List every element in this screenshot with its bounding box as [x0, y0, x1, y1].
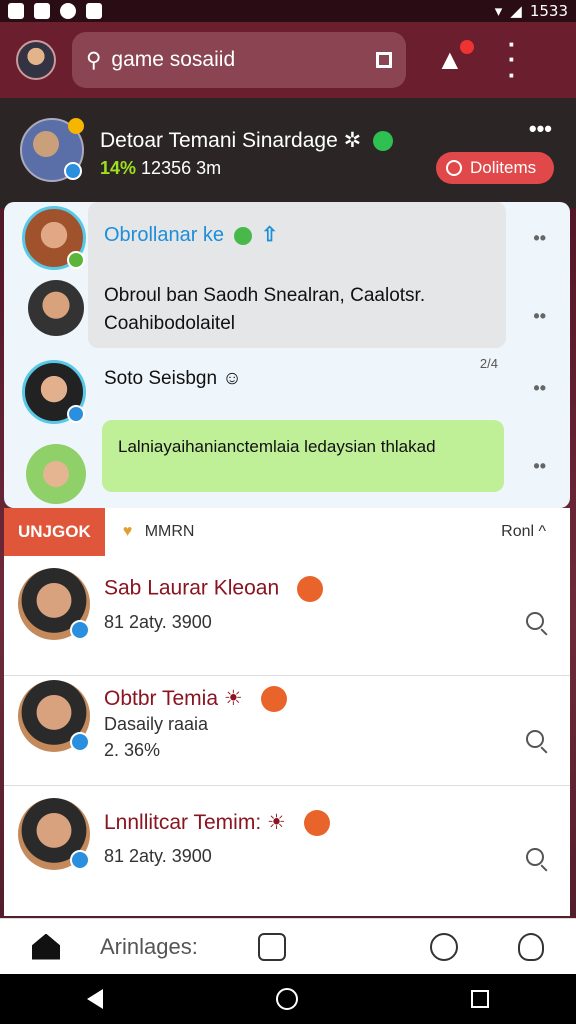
bottom-nav: Arinlages: — [0, 918, 576, 974]
nav-label[interactable]: Arinlages: — [100, 934, 198, 960]
search-icon: ⚲ — [86, 48, 102, 72]
app-bar: ⚲ game sosaiid ▲ · · · — [0, 22, 576, 98]
home-icon[interactable] — [32, 933, 60, 960]
stats-count: 12356 3m — [141, 158, 222, 178]
group-card[interactable]: Detoar Temani Sinardage ✲ 14% 12356 3m •… — [0, 98, 576, 208]
sort-button[interactable]: Ronl ^ — [501, 523, 546, 541]
arrow-up-icon: ⇧ — [261, 224, 278, 246]
message-time: 2/4 — [479, 356, 498, 371]
notification-icon — [60, 3, 76, 19]
sparkle-icon: ✲ — [343, 129, 362, 152]
crown-icon — [296, 576, 323, 602]
list-item[interactable]: Obtbr Temia ☀ Dasaily raaia 2. 36% — [4, 666, 570, 786]
chat-panel: Obrollanar ke ⇧ •• Obroul ban Saodh Snea… — [4, 202, 570, 508]
verified-icon — [373, 131, 394, 152]
home-circle-icon[interactable] — [275, 988, 298, 1010]
more-icon[interactable]: •• — [533, 228, 546, 249]
group-avatar — [20, 118, 84, 182]
list-item[interactable]: Lnnllitcar Temim: ☀ 81 2aty. 3900 — [4, 786, 570, 906]
status-time: 1533 — [529, 2, 568, 20]
contact-avatar[interactable] — [28, 280, 84, 336]
search-bar[interactable]: ⚲ game sosaiid — [72, 32, 406, 88]
contact-sub: 81 2aty. 3900 — [104, 612, 212, 632]
contact-name: Obtbr Temia ☀ — [104, 686, 287, 713]
status-bar: ▾ ◢ 1533 — [0, 0, 576, 22]
search-input[interactable]: game sosaiid — [111, 48, 235, 72]
online-badge — [67, 251, 85, 269]
badge-icon — [68, 118, 84, 134]
contact-sub: 81 2aty. 3900 — [104, 846, 212, 866]
contact-avatar — [18, 680, 90, 752]
status-icons — [8, 3, 102, 19]
online-badge — [70, 732, 90, 752]
system-nav-bar — [0, 974, 576, 1024]
search-icon[interactable] — [526, 730, 544, 748]
online-badge — [64, 162, 82, 180]
back-icon[interactable] — [86, 989, 103, 1009]
more-icon[interactable]: •• — [533, 378, 546, 399]
message-bubble-green[interactable]: Lalniayaihanianctemlaia ledaysian thlaka… — [102, 420, 504, 492]
online-badge — [67, 405, 85, 423]
stats-percent: 14% — [100, 158, 137, 178]
notification-icon — [34, 3, 50, 19]
crown-icon — [303, 810, 330, 837]
more-icon[interactable]: •• — [533, 456, 546, 477]
online-badge — [70, 850, 90, 870]
group-title: Detoar Temani Sinardage ✲ — [100, 128, 394, 153]
mic-icon[interactable] — [518, 932, 544, 961]
crown-icon — [260, 686, 287, 713]
list-tab-header: UNJGOK ♥ MMRN Ronl ^ — [4, 508, 570, 556]
contact-avatar — [18, 798, 90, 870]
chat-icon — [446, 160, 462, 176]
verified-icon — [233, 226, 252, 245]
qr-icon[interactable] — [376, 52, 392, 68]
contact-sub2: 2. 36% — [104, 740, 161, 760]
more-icon[interactable]: ••• — [529, 116, 552, 142]
contact-avatar[interactable] — [26, 444, 86, 504]
online-badge — [70, 620, 90, 640]
contact-avatar[interactable] — [22, 360, 86, 424]
notification-badge — [459, 40, 474, 54]
notification-icon — [8, 3, 24, 19]
more-menu-icon[interactable]: · · · — [508, 31, 517, 88]
search-icon[interactable] — [526, 848, 544, 866]
wifi-icon: ▾ — [494, 2, 503, 20]
contact-sub: Dasaily raaia — [104, 714, 209, 734]
contact-avatar — [18, 568, 90, 640]
contact-avatar[interactable] — [22, 206, 86, 270]
message-text: Obroul ban Saodh Snealran, Caalotsr. Coa… — [104, 285, 426, 334]
list-item[interactable]: Sab Laurar Kleoan 81 2aty. 3900 — [4, 556, 570, 676]
signal-icon: ◢ — [510, 2, 522, 20]
heart-icon: ♥ — [122, 523, 133, 540]
contact-name: Obrollanar ke ⇧ — [104, 224, 278, 246]
tab-active[interactable]: UNJGOK — [4, 508, 105, 556]
contact-name: Soto Seisbgn ☺ — [104, 368, 242, 389]
filter-chip[interactable]: ♥ MMRN — [123, 523, 195, 541]
sun-icon: ☀ — [223, 687, 243, 710]
search-icon[interactable] — [526, 612, 544, 630]
profile-avatar[interactable] — [16, 40, 56, 80]
recents-icon[interactable] — [471, 990, 490, 1008]
emoji-icon: ☺ — [222, 368, 242, 389]
group-stats: 14% 12356 3m — [100, 158, 221, 179]
contact-name: Sab Laurar Kleoan — [104, 576, 323, 602]
compass-icon[interactable] — [430, 932, 458, 961]
contact-list: Sab Laurar Kleoan 81 2aty. 3900 Obtbr Te… — [4, 556, 570, 916]
notifications-button[interactable]: ▲ — [436, 40, 474, 76]
edit-icon[interactable] — [257, 932, 286, 961]
sun-icon: ☀ — [267, 811, 286, 834]
notification-icon — [86, 3, 102, 19]
contact-name: Lnnllitcar Temim: ☀ — [104, 810, 330, 837]
more-icon[interactable]: •• — [533, 306, 546, 327]
group-action-button[interactable]: Dolitems — [436, 152, 554, 184]
